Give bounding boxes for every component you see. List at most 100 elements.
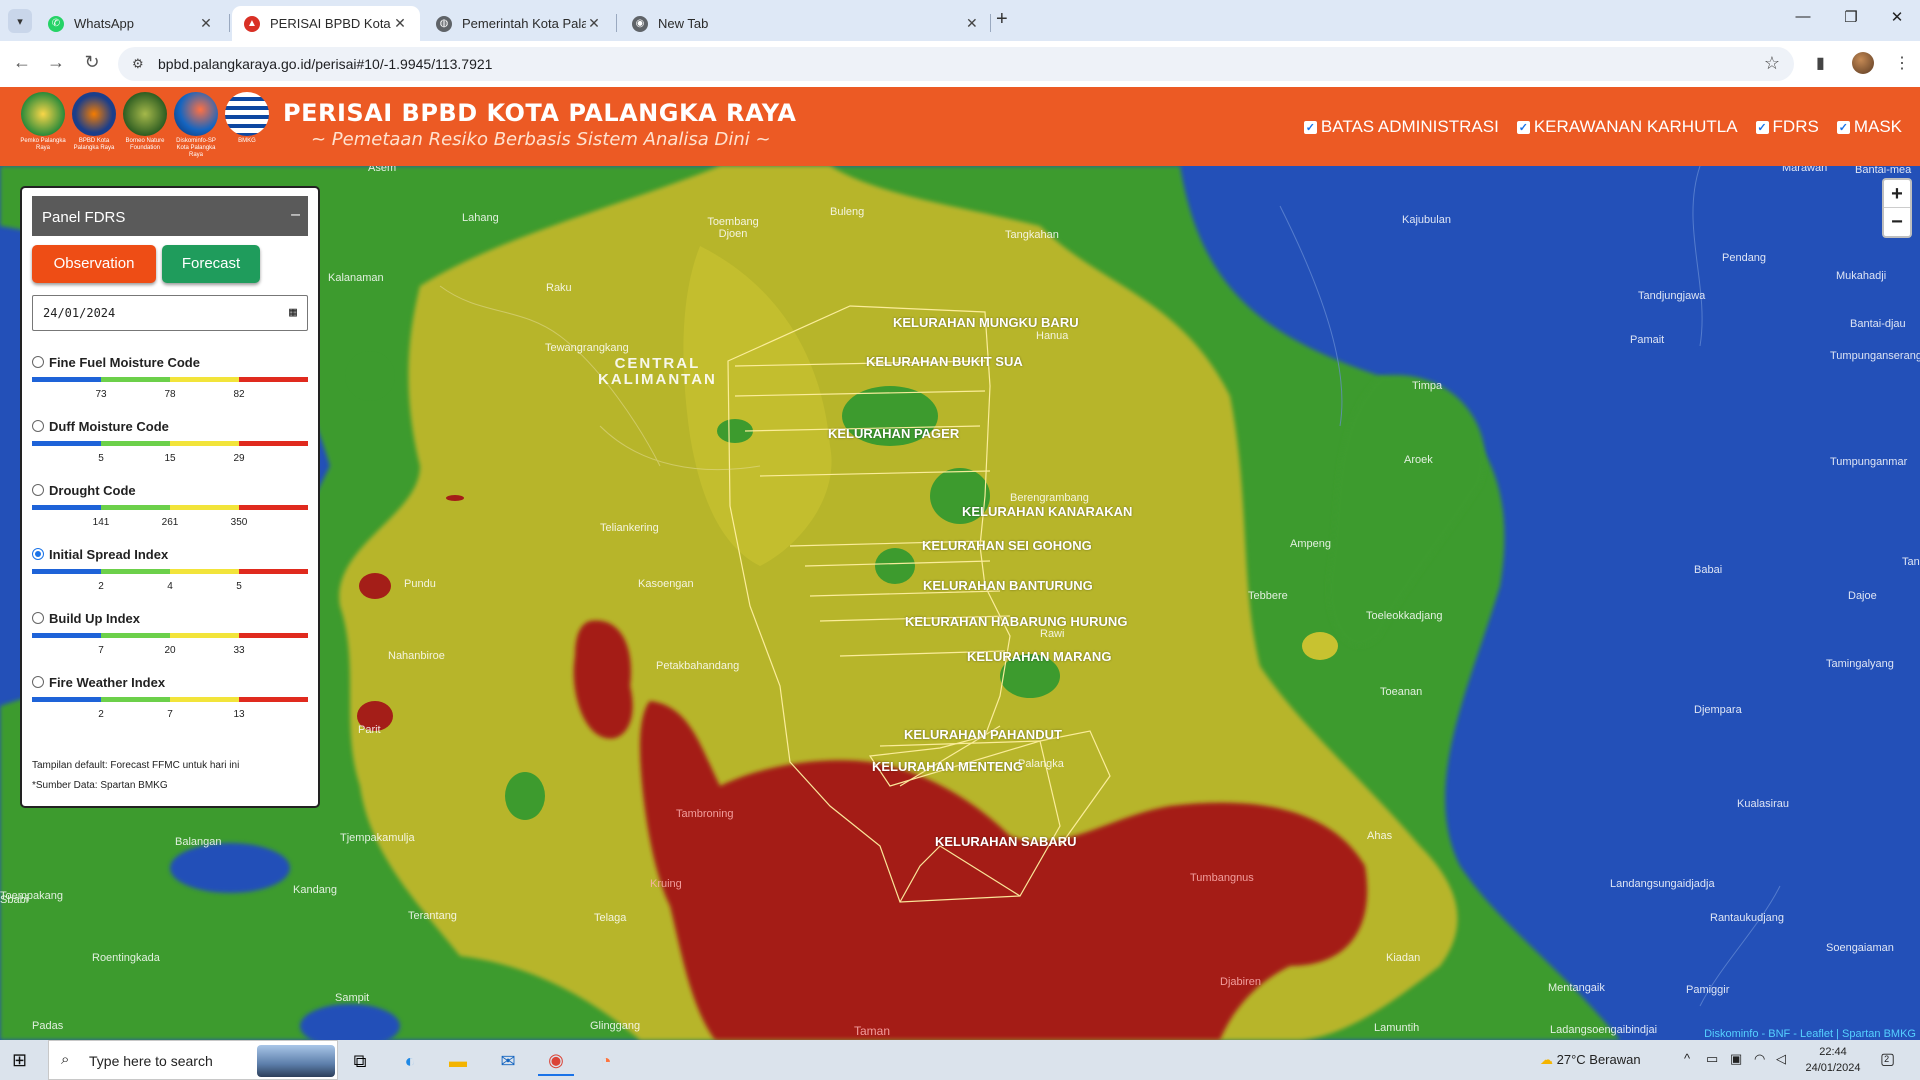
- profile-avatar[interactable]: [1852, 52, 1874, 74]
- tab-pemerintah[interactable]: ◍ Pemerintah Kota Palangka Raya ✕: [424, 6, 614, 41]
- url-text[interactable]: bpbd.palangkaraya.go.id/perisai#10/-1.99…: [158, 56, 492, 72]
- firefox-icon[interactable]: ◔: [588, 1046, 624, 1076]
- color-scale: [32, 569, 308, 574]
- place-label: Tebbere: [1248, 590, 1288, 602]
- tab-new-tab[interactable]: ◉ New Tab: [620, 6, 990, 41]
- index-option-isi[interactable]: Initial Spread Index 2 4 5: [32, 546, 308, 602]
- scale-tick: 261: [161, 517, 179, 528]
- new-tab-button[interactable]: +: [996, 8, 1008, 31]
- checkbox-icon[interactable]: ✓: [1836, 120, 1850, 134]
- minimize-panel-button[interactable]: –: [291, 206, 300, 224]
- close-tab-icon[interactable]: ✕: [586, 15, 602, 32]
- taskbar-clock[interactable]: 22:44 24/01/2024: [1800, 1044, 1866, 1076]
- checkbox-icon[interactable]: ✓: [1516, 120, 1530, 134]
- tab-title: WhatsApp: [74, 16, 134, 31]
- browser-tab-strip: ▾ ✆ WhatsApp ✕ ▲ PERISAI BPBD Kota Palan…: [0, 0, 1920, 41]
- place-label: Buleng: [830, 206, 865, 218]
- index-label: Fine Fuel Moisture Code: [49, 355, 200, 370]
- index-option-ffmc[interactable]: Fine Fuel Moisture Code 73 78 82: [32, 354, 308, 410]
- forward-button[interactable]: →: [44, 52, 68, 73]
- place-label: Asem: [368, 166, 397, 174]
- place-label: Ampeng: [1290, 538, 1331, 550]
- notification-center-icon[interactable]: ▢2: [1880, 1049, 1900, 1069]
- logo-bmkg: BMKG: [222, 92, 272, 159]
- layer-toggles: ✓ BATAS ADMINISTRASI ✓ KERAWANAN KARHUTL…: [1286, 117, 1902, 137]
- forecast-button[interactable]: Forecast: [162, 245, 260, 283]
- scale-tick: 15: [164, 453, 176, 464]
- index-option-bui[interactable]: Build Up Index 7 20 33: [32, 610, 308, 666]
- place-label: Pundu: [404, 578, 436, 590]
- address-toolbar: ← → ↻ ⚙ bpbd.palangkaraya.go.id/perisai#…: [0, 41, 1920, 87]
- reload-button[interactable]: ↻: [80, 52, 104, 73]
- show-hidden-icons-icon[interactable]: ^: [1684, 1051, 1690, 1066]
- radio-button[interactable]: [32, 356, 44, 368]
- toggle-batas-administrasi[interactable]: ✓ BATAS ADMINISTRASI: [1303, 117, 1499, 137]
- tab-perisai[interactable]: ▲ PERISAI BPBD Kota Palangka Raya ✕: [232, 6, 420, 41]
- app-header: Pemko Palangka Raya BPBD Kota Palangka R…: [0, 87, 1920, 166]
- battery-icon[interactable]: ▭: [1706, 1051, 1718, 1067]
- close-window-button[interactable]: ✕: [1874, 8, 1920, 26]
- place-label: Hanua: [1036, 330, 1069, 342]
- side-panel-icon[interactable]: ▮: [1816, 53, 1825, 73]
- chrome-icon: ◉: [632, 15, 648, 32]
- region-label: CENTRAL KALIMANTAN: [598, 355, 717, 388]
- radio-button[interactable]: [32, 676, 44, 688]
- observation-button[interactable]: Observation: [32, 245, 156, 283]
- restore-window-button[interactable]: ❐: [1828, 8, 1874, 26]
- color-scale: [32, 505, 308, 510]
- back-button[interactable]: ←: [10, 52, 34, 73]
- place-label: Rawi: [1040, 628, 1065, 640]
- place-label: Aroek: [1404, 454, 1433, 466]
- toggle-fdrs[interactable]: ✓ FDRS: [1755, 117, 1819, 137]
- zoom-in-button[interactable]: +: [1884, 180, 1910, 208]
- close-tab-icon[interactable]: ✕: [392, 15, 408, 32]
- menu-icon[interactable]: ⋮: [1894, 53, 1910, 73]
- task-view-icon[interactable]: ⧉: [342, 1046, 378, 1076]
- file-explorer-icon[interactable]: ▬: [440, 1046, 476, 1076]
- wifi-icon[interactable]: ◠: [1754, 1051, 1765, 1067]
- place-label: Toeanan: [1380, 686, 1423, 698]
- zoom-out-button[interactable]: −: [1884, 208, 1910, 236]
- taskbar-search[interactable]: ⌕ Type here to search: [48, 1040, 338, 1080]
- map-attribution[interactable]: Diskominfo - BNF - Leaflet | Spartan BMK…: [1704, 1028, 1916, 1040]
- place-label: Balangan: [175, 836, 222, 848]
- chrome-icon[interactable]: ◉: [538, 1046, 574, 1076]
- minimize-window-button[interactable]: —: [1780, 8, 1826, 25]
- edge-icon[interactable]: ◐: [392, 1046, 428, 1076]
- date-input[interactable]: 24/01/2024 ▦: [32, 295, 308, 331]
- place-label: Nahanbiroe: [388, 650, 445, 662]
- index-label: Drought Code: [49, 483, 136, 498]
- address-bar[interactable]: ⚙ bpbd.palangkaraya.go.id/perisai#10/-1.…: [118, 47, 1794, 81]
- radio-button[interactable]: [32, 420, 44, 432]
- kelurahan-label: KELURAHAN BANTURUNG: [923, 578, 1093, 593]
- mail-icon[interactable]: ✉: [490, 1046, 526, 1076]
- calendar-icon[interactable]: ▦: [289, 305, 297, 320]
- scale-tick: 5: [98, 453, 104, 464]
- checkbox-icon[interactable]: ✓: [1755, 120, 1769, 134]
- tab-whatsapp[interactable]: ✆ WhatsApp ✕: [36, 6, 226, 41]
- radio-button[interactable]: [32, 484, 44, 496]
- close-tab-icon[interactable]: ✕: [966, 15, 978, 32]
- tab-search-button[interactable]: ▾: [8, 9, 32, 33]
- device-icon[interactable]: ▣: [1730, 1051, 1742, 1067]
- index-option-dc[interactable]: Drought Code 141 261 350: [32, 482, 308, 538]
- radio-button[interactable]: [32, 612, 44, 624]
- place-label: Ladangsoengaibindjai: [1550, 1024, 1658, 1036]
- weather-widget[interactable]: ☁ 27°C Berawan: [1540, 1052, 1641, 1068]
- place-label: Palangka: [1018, 758, 1064, 770]
- toggle-mask[interactable]: ✓ MASK: [1836, 117, 1902, 137]
- checkbox-icon[interactable]: ✓: [1303, 120, 1317, 134]
- index-option-fwi[interactable]: Fire Weather Index 2 7 13: [32, 674, 308, 730]
- diskominfo-logo-icon: [174, 92, 218, 136]
- windows-start-icon[interactable]: ⊞: [12, 1050, 27, 1071]
- cloud-sun-icon: ☁: [1540, 1052, 1553, 1067]
- site-info-icon[interactable]: ⚙: [132, 56, 144, 72]
- scale-tick: 82: [233, 389, 245, 400]
- toggle-kerawanan-karhutla[interactable]: ✓ KERAWANAN KARHUTLA: [1516, 117, 1738, 137]
- bookmark-star-icon[interactable]: ☆: [1764, 53, 1780, 74]
- place-label: Mukahadji: [1836, 270, 1887, 282]
- radio-button-selected[interactable]: [32, 548, 44, 560]
- index-option-dmc[interactable]: Duff Moisture Code 5 15 29: [32, 418, 308, 474]
- close-tab-icon[interactable]: ✕: [198, 15, 214, 32]
- volume-icon[interactable]: ◁: [1776, 1051, 1786, 1067]
